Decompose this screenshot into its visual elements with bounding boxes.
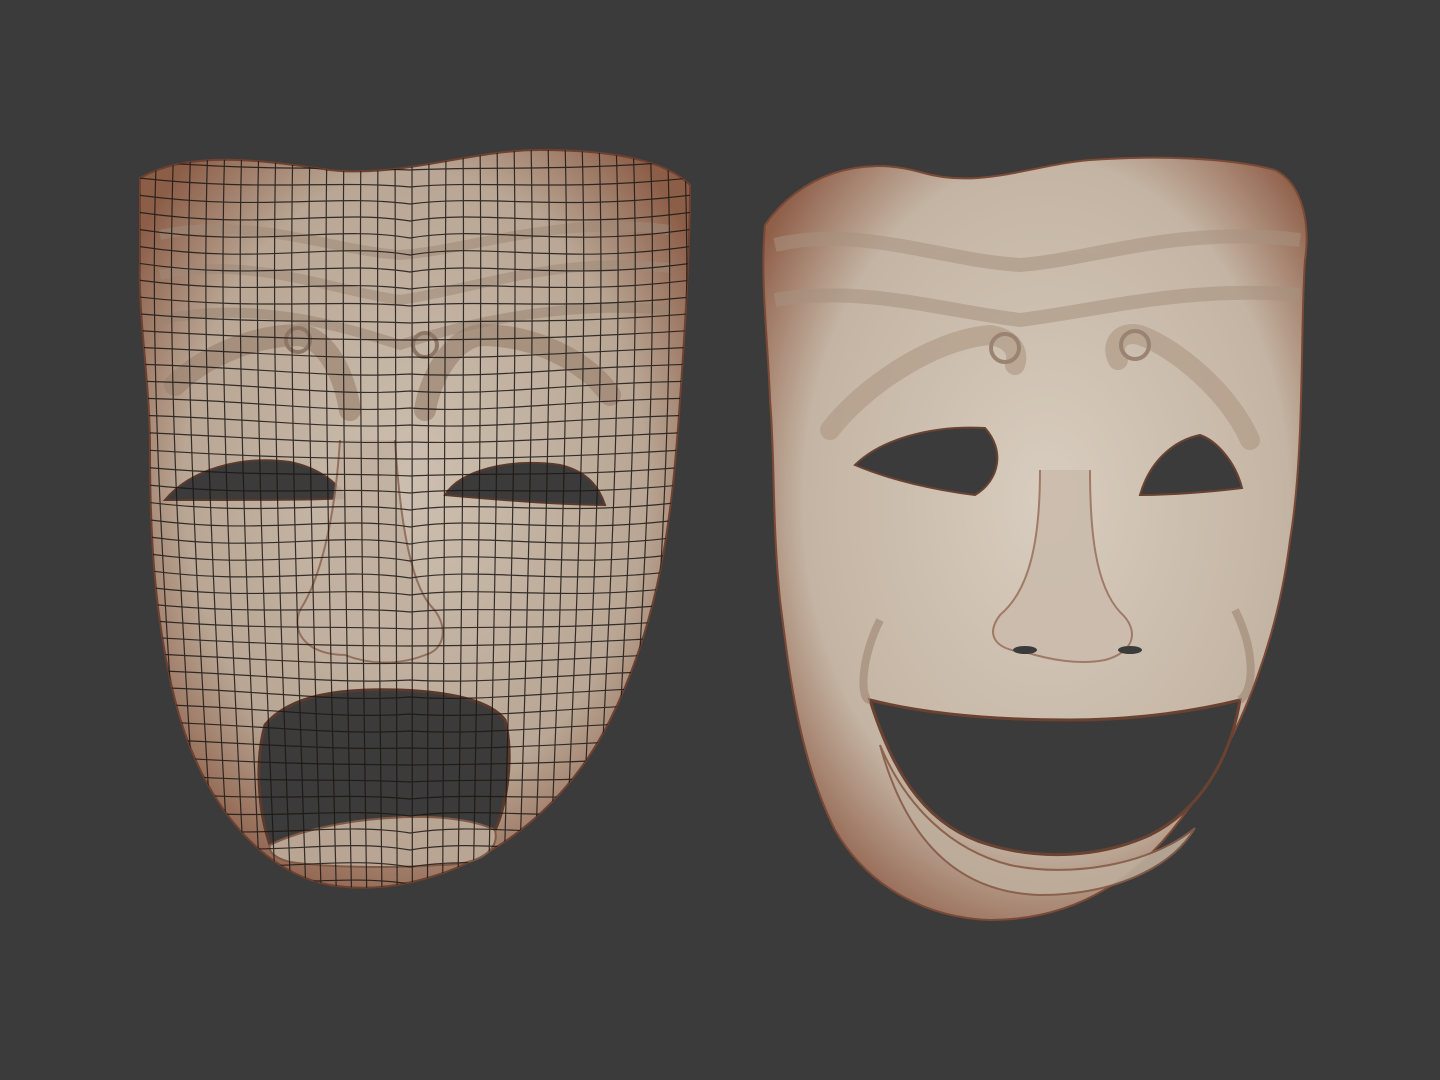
comedy-nostril-right (1118, 646, 1142, 654)
comedy-mask[interactable] (762, 156, 1308, 922)
wire-edge-loop (130, 891, 700, 901)
scene-canvas (130, 140, 1308, 922)
tragedy-mask[interactable] (130, 140, 704, 901)
comedy-nostril-left (1013, 646, 1037, 654)
3d-viewport[interactable] (0, 0, 1440, 1080)
